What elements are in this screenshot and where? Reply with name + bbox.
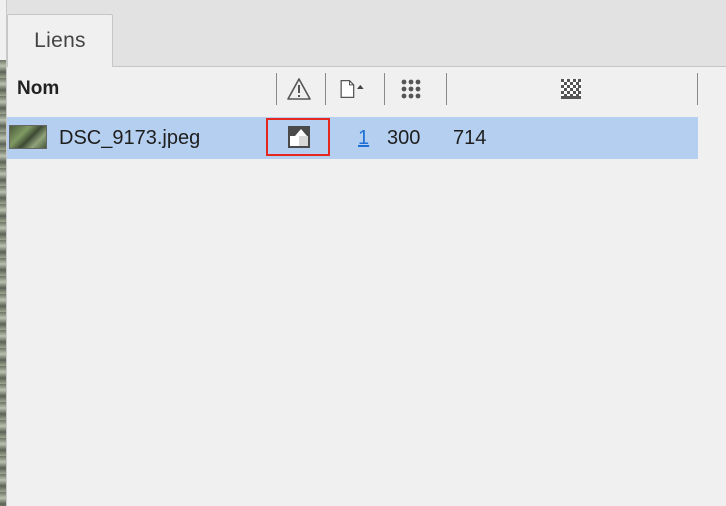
warning-icon[interactable]: [284, 75, 314, 103]
embedded-link-icon[interactable]: [288, 126, 310, 148]
column-separator[interactable]: [697, 73, 698, 105]
effective-ppi-value: 714: [453, 126, 487, 149]
tab-links[interactable]: Liens: [7, 14, 113, 67]
page-number-link[interactable]: 1: [358, 117, 369, 159]
column-separator[interactable]: [384, 73, 385, 105]
link-file-name: DSC_9173.jpeg: [59, 126, 201, 149]
image-thumbnail: [9, 125, 47, 149]
column-header-name[interactable]: Nom: [17, 67, 59, 111]
link-row[interactable]: DSC_9173.jpeg 1 300 714: [7, 117, 698, 159]
dot-grid-icon[interactable]: [396, 75, 426, 103]
panel-tab-bar: Liens: [7, 0, 726, 67]
links-table-header: Nom: [7, 67, 726, 111]
page-sort-icon[interactable]: [337, 75, 367, 103]
halftone-grid-icon[interactable]: [556, 75, 586, 103]
column-separator[interactable]: [276, 73, 277, 105]
column-separator[interactable]: [446, 73, 447, 105]
actual-ppi-value: 300: [387, 126, 421, 149]
column-separator[interactable]: [325, 73, 326, 105]
links-panel: Liens Nom DSC_9173.jpeg 1 300 714: [6, 0, 726, 506]
